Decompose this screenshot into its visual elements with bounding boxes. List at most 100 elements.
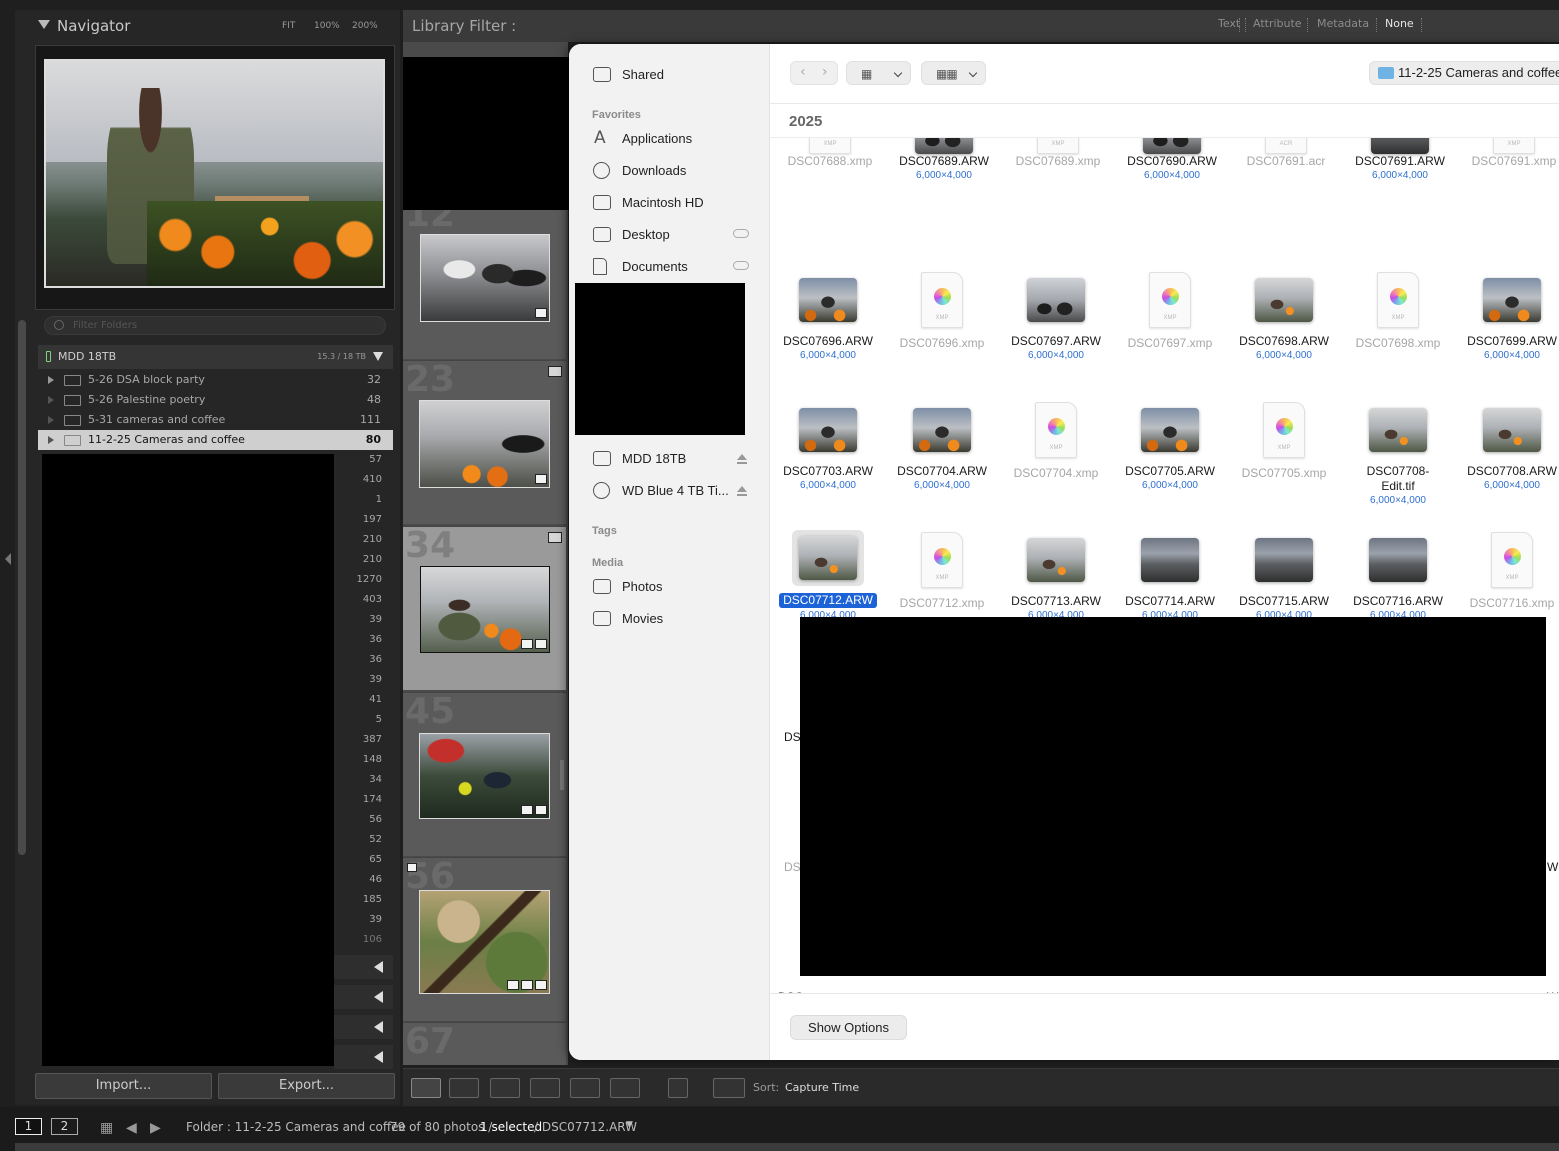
back-arrow-icon[interactable]: ◀ [126, 1120, 137, 1136]
grid-scrollbar[interactable] [560, 760, 564, 790]
filter-metadata-tab[interactable]: Metadata [1317, 17, 1369, 30]
eject-icon[interactable] [737, 454, 747, 464]
export-button[interactable]: Export... [218, 1073, 395, 1099]
file-item[interactable]: ACR DSC07691.acr [1229, 138, 1343, 169]
view-mode-button[interactable]: ▦ [846, 61, 911, 85]
edit-badge-icon[interactable] [535, 805, 547, 815]
file-item[interactable]: XMP DSC07712.xmp [885, 532, 999, 611]
sidebar-item-downloads[interactable]: Downloads [593, 157, 763, 185]
file-item[interactable]: DSC07696.ARW 6,000×4,000 [771, 278, 885, 363]
file-item[interactable]: DSC07715.ARW 6,000×4,000 [1227, 538, 1341, 623]
chevron-down-icon[interactable]: ▼ [626, 1120, 633, 1130]
edit-badge-icon[interactable] [535, 474, 547, 484]
edit-badge-icon[interactable] [535, 639, 547, 649]
collapsed-panel[interactable] [334, 985, 393, 1009]
file-item[interactable]: DSC07703.ARW 6,000×4,000 [771, 408, 885, 493]
file-item[interactable]: DSC07704.ARW 6,000×4,000 [885, 408, 999, 493]
forward-chevron-icon[interactable]: › [822, 64, 828, 80]
expand-panel-icon[interactable] [374, 1051, 383, 1063]
grid-icon[interactable]: ▦ [100, 1120, 113, 1136]
survey-view-icon[interactable] [530, 1078, 560, 1098]
file-item[interactable]: XMP DSC07696.xmp [885, 272, 999, 351]
file-item[interactable]: DSC07698.ARW 6,000×4,000 [1227, 278, 1341, 363]
file-item[interactable]: XMP DSC07689.xmp [1001, 138, 1115, 169]
keyword-badge-icon[interactable] [507, 980, 519, 990]
flag-icon[interactable] [407, 863, 417, 872]
file-item[interactable]: DSC07705.ARW 6,000×4,000 [1113, 408, 1227, 493]
collapsed-panel[interactable] [334, 1045, 393, 1069]
file-item[interactable]: DSC07716.ARW 6,000×4,000 [1341, 538, 1455, 623]
file-item[interactable]: DSC07689.ARW 6,000×4,000 [887, 138, 1001, 183]
sidebar-item-macintosh-hd[interactable]: Macintosh HD [593, 189, 763, 217]
grid-view-icon[interactable] [411, 1078, 441, 1098]
sidebar-item-movies[interactable]: Movies [593, 605, 763, 633]
filter-attribute-tab[interactable]: Attribute [1253, 17, 1302, 30]
file-item[interactable]: XMP DSC07698.xmp [1341, 272, 1455, 351]
collapse-triangle-icon[interactable] [38, 20, 50, 29]
expand-triangle-icon[interactable] [48, 416, 54, 424]
expand-triangle-icon[interactable] [48, 396, 54, 404]
filter-text-tab[interactable]: Text [1218, 17, 1240, 30]
painter-icon[interactable] [668, 1078, 688, 1098]
file-item[interactable]: XMP DSC07716.xmp [1455, 532, 1559, 611]
filmstrip[interactable] [15, 1143, 1559, 1151]
compare-view-icon[interactable] [490, 1078, 520, 1098]
file-item[interactable]: DSC07714.ARW 6,000×4,000 [1113, 538, 1227, 623]
keyword-badge-icon[interactable] [521, 639, 533, 649]
selected-filename[interactable]: / DSC07712.ARW [534, 1120, 637, 1134]
grid-cell-selected[interactable]: 34 [403, 525, 566, 690]
file-item[interactable]: XMP DSC07691.xmp [1457, 138, 1559, 169]
file-item-selected[interactable]: DSC07712.ARW 6,000×4,000 [771, 530, 885, 623]
file-item[interactable]: XMP DSC07697.xmp [1113, 272, 1227, 351]
edit-badge-icon[interactable] [535, 980, 547, 990]
zoom-fit-option[interactable]: FIT [282, 21, 295, 31]
sidebar-item-applications[interactable]: Applications [593, 124, 763, 153]
folder-row[interactable]: 5-26 Palestine poetry 48 [38, 390, 393, 410]
file-item[interactable]: XMP DSC07688.xmp [773, 138, 887, 169]
file-item[interactable]: DSC07690.ARW 6,000×4,000 [1115, 138, 1229, 183]
expand-panel-icon[interactable] [374, 1021, 383, 1033]
sidebar-item-desktop[interactable]: Desktop [593, 221, 763, 249]
path-button[interactable]: 11-2-25 Cameras and coffee [1369, 61, 1559, 85]
grid-thumbnail[interactable] [419, 400, 550, 488]
keyword-badge-icon[interactable] [521, 805, 533, 815]
warning-badge-icon[interactable] [548, 532, 562, 543]
people-view-icon[interactable] [570, 1078, 600, 1098]
window-2-toggle[interactable]: 2 [51, 1118, 78, 1135]
back-forward-buttons[interactable]: ‹ › [790, 61, 838, 85]
expand-panel-icon[interactable] [374, 991, 383, 1003]
sort-select[interactable]: Capture Time [785, 1081, 859, 1094]
group-by-button[interactable]: ▦▦ [921, 61, 986, 85]
filter-none-tab[interactable]: None [1385, 17, 1414, 30]
volume-row[interactable]: MDD 18TB 15.3 / 18 TB [38, 345, 393, 369]
grid-cell[interactable]: 23 [403, 359, 566, 524]
back-chevron-icon[interactable]: ‹ [800, 64, 806, 80]
volume-collapse-icon[interactable] [373, 352, 383, 361]
warning-badge-icon[interactable] [548, 366, 562, 377]
folder-filter-input[interactable]: Filter Folders [44, 316, 386, 335]
edit-badge-icon[interactable] [535, 308, 547, 318]
navigator-header[interactable]: Navigator FIT 100% 200% [20, 12, 400, 40]
slideshow-icon[interactable] [610, 1078, 640, 1098]
collapsed-panel[interactable] [334, 1015, 393, 1039]
grid-cell[interactable]: 67 [403, 1021, 566, 1065]
sidebar-item-wd-blue[interactable]: WD Blue 4 TB Ti... [593, 477, 763, 505]
grid-thumbnail[interactable] [420, 234, 550, 322]
grid-cell[interactable]: 45 [403, 691, 566, 856]
collapsed-panel[interactable] [334, 955, 393, 979]
sort-direction-icon[interactable] [713, 1078, 745, 1098]
folder-row[interactable]: 5-26 DSA block party 32 [38, 370, 393, 390]
sidebar-item-mdd-18tb[interactable]: MDD 18TB [593, 445, 763, 473]
expand-triangle-icon[interactable] [48, 436, 54, 444]
grid-cell[interactable]: 12 [403, 194, 566, 359]
zoom-200-option[interactable]: 200% [352, 21, 378, 31]
file-item[interactable]: DSC07708-Edit.tif 6,000×4,000 [1341, 408, 1455, 508]
folder-row[interactable]: 5-31 cameras and coffee 111 [38, 410, 393, 430]
file-item[interactable]: DSC07691.ARW 6,000×4,000 [1343, 138, 1457, 183]
file-item[interactable]: DSC07708.ARW 6,000×4,000 [1455, 408, 1559, 493]
navigator-preview-image[interactable] [44, 59, 385, 288]
file-item[interactable]: XMP DSC07704.xmp [999, 402, 1113, 481]
file-item[interactable]: DSC07713.ARW 6,000×4,000 [999, 538, 1113, 623]
left-panel-toggle-icon[interactable] [5, 553, 11, 565]
sidebar-item-documents[interactable]: Documents [593, 253, 763, 281]
